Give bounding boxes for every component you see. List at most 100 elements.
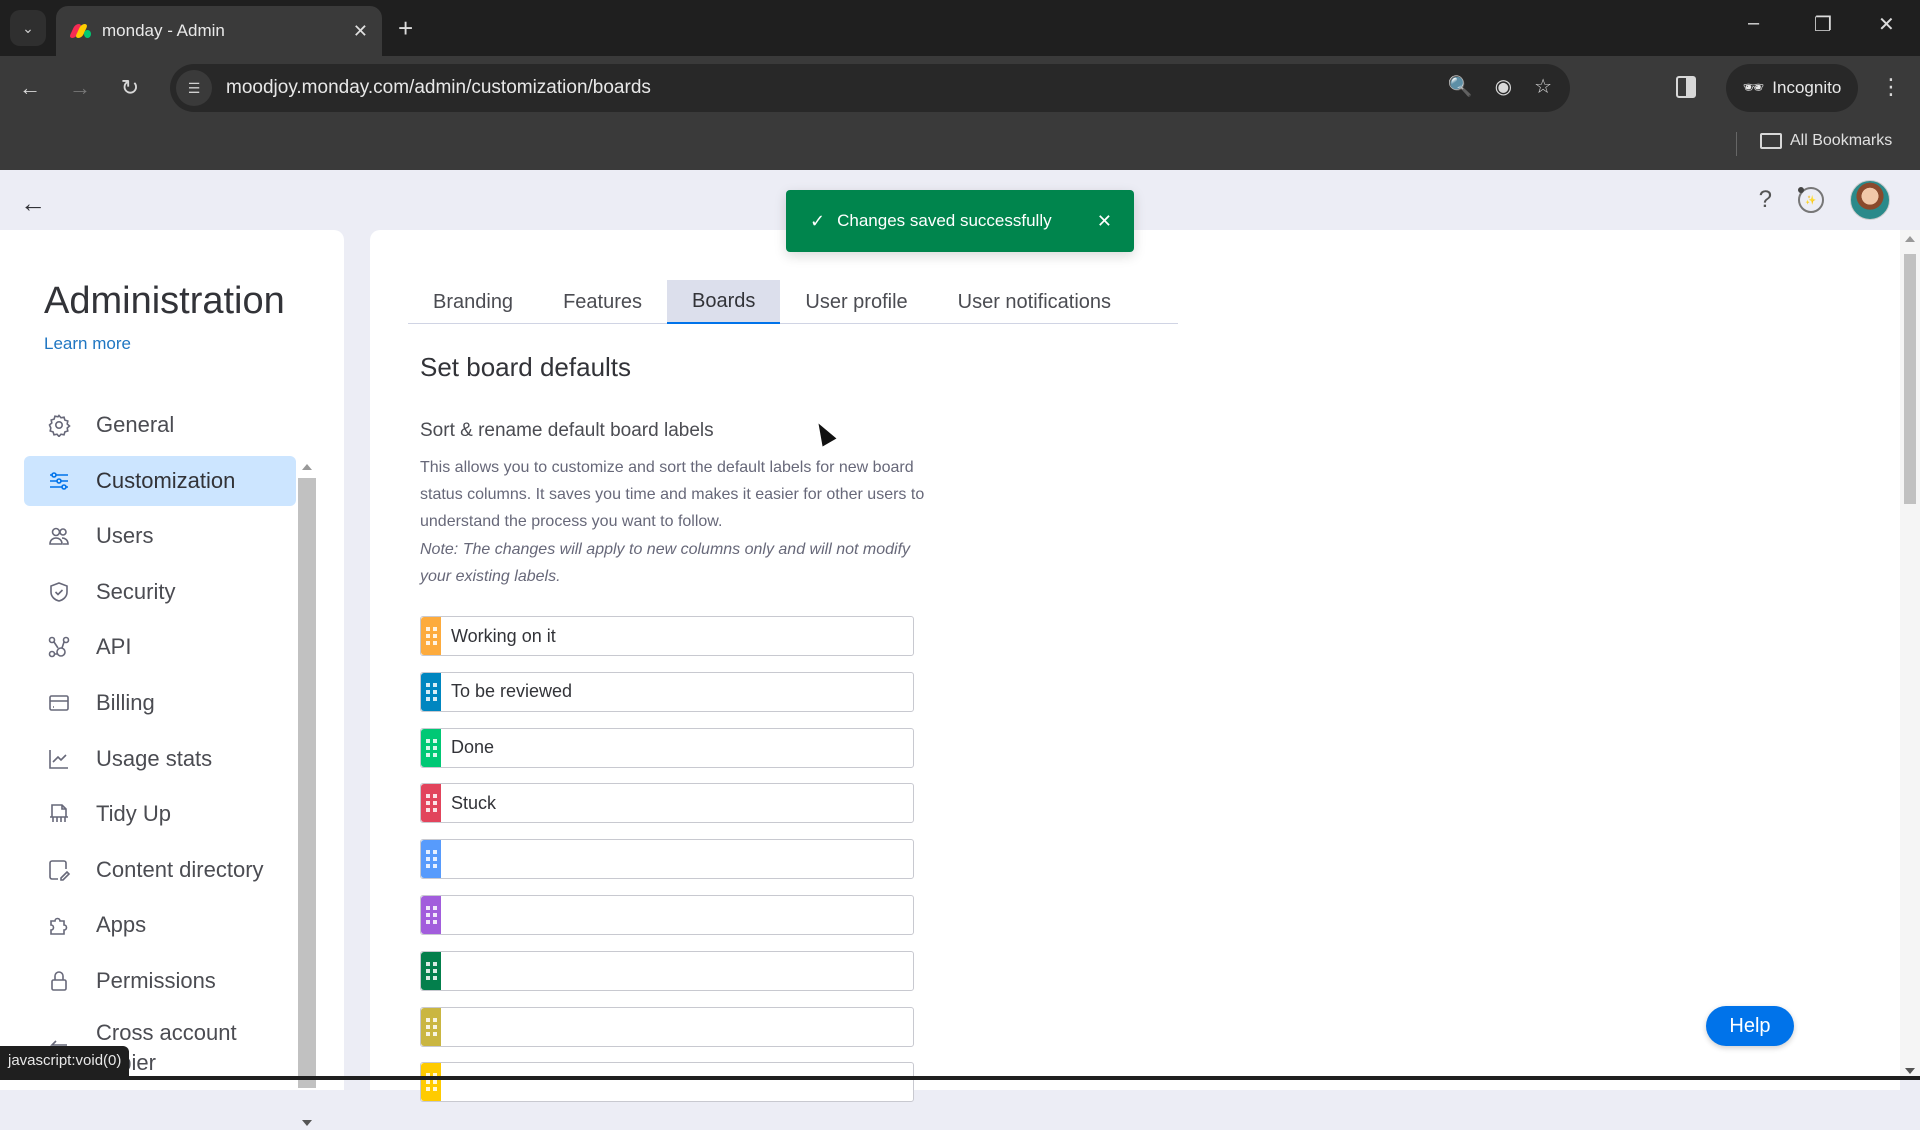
label-row (420, 950, 914, 991)
credit-card-icon (46, 690, 72, 716)
star-icon[interactable]: ☆ (1534, 74, 1552, 99)
help-question-icon[interactable]: ? (1759, 186, 1772, 214)
close-window-button[interactable]: ✕ (1878, 12, 1895, 37)
label-input[interactable] (441, 895, 913, 934)
side-panel-icon[interactable] (1676, 76, 1696, 98)
page-scroll-thumb[interactable] (1904, 254, 1916, 504)
sidebar-scroll-thumb[interactable] (298, 478, 316, 1088)
sidebar-item-tidy-up[interactable]: Tidy Up (24, 789, 296, 839)
section-title: Set board defaults (420, 352, 632, 382)
url-text[interactable]: moodjoy.monday.com/admin/customization/b… (226, 77, 651, 99)
tab-user-notifications[interactable]: User notifications (933, 280, 1136, 324)
back-arrow-icon[interactable]: ← (20, 188, 46, 219)
sidebar-item-content-directory[interactable]: Content directory (24, 845, 296, 895)
eye-off-icon[interactable]: ◉ (1495, 74, 1512, 99)
check-icon: ✓ (810, 210, 826, 231)
window-bottom-edge (0, 1076, 1920, 1080)
learn-more-link[interactable]: Learn more (44, 334, 131, 354)
sidebar-item-general[interactable]: General (24, 400, 296, 450)
sliders-icon (46, 468, 72, 494)
sidebar-item-security[interactable]: Security (24, 567, 296, 617)
chart-icon (46, 746, 72, 772)
help-button[interactable]: Help (1706, 1006, 1794, 1046)
tab-features[interactable]: Features (538, 280, 667, 324)
bookmarks-divider (1736, 132, 1737, 156)
sidebar-scrollbar[interactable] (298, 460, 316, 1130)
scroll-down-arrow-icon[interactable] (302, 1120, 312, 1126)
sidebar-item-label: Content directory (96, 856, 264, 882)
sidebar-item-label: Usage stats (96, 745, 213, 771)
api-icon (46, 634, 72, 660)
zoom-icon[interactable]: 🔍 (1448, 74, 1473, 99)
reload-button[interactable]: ↻ (114, 72, 146, 104)
main-content: Branding Features Boards User profile Us… (370, 230, 1900, 1103)
restore-button[interactable]: ❐ (1814, 12, 1832, 37)
site-info-icon[interactable]: ☰ (176, 70, 212, 106)
drag-handle-icon[interactable] (421, 1063, 441, 1102)
new-tab-button[interactable]: + (398, 12, 413, 44)
sidebar-nav: General Customization Users Security API… (24, 400, 296, 1075)
label-input[interactable] (441, 1007, 913, 1046)
content-directory-icon (46, 857, 72, 883)
sidebar-item-usage-stats[interactable]: Usage stats (24, 734, 296, 784)
drag-handle-icon[interactable] (421, 895, 441, 934)
drag-handle-icon[interactable] (421, 784, 441, 823)
scroll-up-arrow-icon[interactable] (302, 464, 312, 470)
sidebar-item-billing[interactable]: Billing (24, 678, 296, 728)
back-button[interactable]: ← (14, 72, 46, 104)
address-bar[interactable]: ☰ moodjoy.monday.com/admin/customization… (170, 64, 1570, 112)
drag-handle-icon[interactable] (421, 617, 441, 655)
sidebar-item-api[interactable]: API (24, 622, 296, 672)
label-input[interactable] (441, 951, 913, 990)
shield-icon (46, 579, 72, 605)
puzzle-icon (46, 912, 72, 938)
drag-handle-icon[interactable] (421, 672, 441, 711)
label-input[interactable] (441, 784, 913, 823)
whats-new-icon[interactable]: ✨ (1798, 187, 1824, 213)
sidebar-item-users[interactable]: Users (24, 511, 296, 561)
note-text: Note: The changes will apply to new colu… (420, 541, 911, 585)
tab-user-profile[interactable]: User profile (780, 280, 932, 324)
close-tab-icon[interactable]: ✕ (353, 21, 368, 42)
sidebar-item-customization[interactable]: Customization (24, 455, 296, 506)
drag-handle-icon[interactable] (421, 951, 441, 990)
shredder-icon (46, 801, 72, 827)
forward-button[interactable]: → (64, 72, 96, 104)
close-toast-icon[interactable]: ✕ (1097, 211, 1112, 232)
label-row (420, 671, 914, 712)
tab-boards[interactable]: Boards (667, 280, 781, 324)
sidebar-item-apps[interactable]: Apps (24, 900, 296, 950)
default-labels-list (420, 616, 914, 1118)
avatar[interactable] (1850, 180, 1890, 220)
topbar-actions: ? ✨ (1759, 180, 1890, 220)
label-row (420, 839, 914, 880)
label-input[interactable] (441, 728, 913, 767)
page-scrollbar[interactable] (1900, 230, 1920, 1080)
sidebar-item-label: Tidy Up (96, 801, 171, 827)
sidebar-item-permissions[interactable]: Permissions (24, 956, 296, 1006)
bookmarks-bar: All Bookmarks (0, 120, 1920, 170)
sidebar-item-label: Security (96, 578, 176, 604)
tab-branding[interactable]: Branding (408, 280, 538, 324)
incognito-badge[interactable]: 🕶 Incognito (1726, 64, 1858, 112)
all-bookmarks-button[interactable]: All Bookmarks (1760, 132, 1892, 150)
minimize-button[interactable]: – (1748, 12, 1759, 35)
drag-handle-icon[interactable] (421, 1007, 441, 1046)
drag-handle-icon[interactable] (421, 840, 441, 879)
label-input[interactable] (441, 1063, 913, 1102)
sidebar-item-label: General (96, 412, 175, 437)
success-toast: ✓ Changes saved successfully ✕ (786, 190, 1134, 252)
tab-search-button[interactable]: ⌄ (10, 10, 46, 46)
browser-menu-icon[interactable]: ⋮ (1880, 74, 1902, 100)
link-status-tooltip: javascript:void(0) (0, 1046, 130, 1076)
scroll-up-arrow-icon[interactable] (1905, 236, 1915, 242)
label-input[interactable] (441, 840, 913, 879)
gear-icon (46, 412, 72, 438)
label-input[interactable] (441, 617, 913, 655)
scroll-down-arrow-icon[interactable] (1905, 1068, 1915, 1074)
description-text: This allows you to customize and sort th… (420, 459, 925, 530)
drag-handle-icon[interactable] (421, 728, 441, 767)
browser-toolbar: ← → ↻ ☰ moodjoy.monday.com/admin/customi… (0, 56, 1920, 120)
label-input[interactable] (441, 672, 913, 711)
browser-tab-active[interactable]: monday - Admin ✕ (56, 6, 382, 56)
